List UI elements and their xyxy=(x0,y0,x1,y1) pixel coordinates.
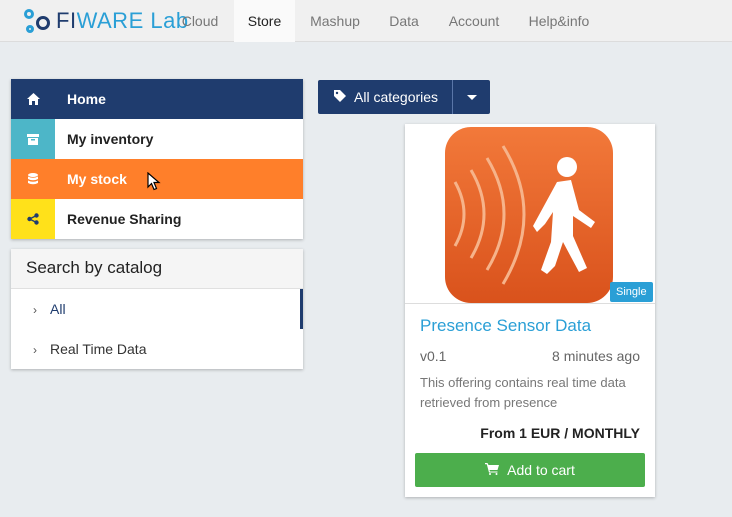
catalog-panel: Search by catalog › All › Real Time Data xyxy=(11,249,303,369)
add-to-cart-label: Add to cart xyxy=(507,462,575,478)
nav-cloud[interactable]: Cloud xyxy=(171,0,229,42)
catalog-item-label: Real Time Data xyxy=(50,341,147,357)
mouse-cursor-icon xyxy=(147,172,161,191)
cart-icon xyxy=(485,462,500,478)
offering-updated-time: 8 minutes ago xyxy=(552,348,640,364)
share-icon xyxy=(11,199,55,239)
offering-title[interactable]: Presence Sensor Data xyxy=(420,316,591,336)
chevron-right-icon: › xyxy=(33,303,37,317)
nav-account[interactable]: Account xyxy=(438,0,510,42)
catalog-heading: Search by catalog xyxy=(11,249,303,289)
add-to-cart-button[interactable]: Add to cart xyxy=(415,453,645,487)
category-dropdown-toggle[interactable] xyxy=(452,80,490,114)
menu-item-my-inventory[interactable]: My inventory xyxy=(11,119,303,159)
menu-item-label: Home xyxy=(67,91,106,107)
menu-item-label: My inventory xyxy=(67,131,154,147)
top-navbar: FIWARE Lab Cloud Store Mashup Data Accou… xyxy=(0,0,732,42)
nav-store[interactable]: Store xyxy=(234,0,295,42)
chevron-right-icon: › xyxy=(33,343,37,357)
nav-mashup[interactable]: Mashup xyxy=(300,0,370,42)
nav-help-info[interactable]: Help&info xyxy=(518,0,600,42)
offering-price: From 1 EUR / MONTHLY xyxy=(480,425,640,441)
offering-version: v0.1 xyxy=(420,348,447,364)
offering-description: This offering contains real time data re… xyxy=(420,375,626,410)
catalog-item-real-time-data[interactable]: › Real Time Data xyxy=(11,329,303,369)
license-badge: Single xyxy=(610,282,653,302)
database-icon xyxy=(11,159,55,199)
catalog-item-label: All xyxy=(50,301,66,317)
caret-down-icon xyxy=(466,94,477,100)
offering-image[interactable] xyxy=(405,124,655,304)
menu-item-home[interactable]: Home xyxy=(11,79,303,119)
logo-text: FIWARE Lab xyxy=(56,8,189,33)
home-icon xyxy=(11,79,55,119)
category-filter-dropdown: All categories xyxy=(318,80,490,114)
fiware-lab-logo[interactable]: FIWARE Lab xyxy=(22,6,189,36)
archive-icon xyxy=(11,119,55,159)
category-filter-button[interactable]: All categories xyxy=(318,80,452,114)
presence-sensor-logo-icon xyxy=(445,127,613,303)
side-menu: Home My inventory My stock Revenue Shari… xyxy=(11,79,303,239)
catalog-item-all[interactable]: › All xyxy=(11,289,303,329)
menu-item-label: My stock xyxy=(67,171,127,187)
menu-item-revenue-sharing[interactable]: Revenue Sharing xyxy=(11,199,303,239)
logo-dots-icon xyxy=(22,6,52,36)
nav-data[interactable]: Data xyxy=(378,0,430,42)
tag-icon xyxy=(334,89,346,105)
menu-item-label: Revenue Sharing xyxy=(67,211,182,227)
offering-card[interactable]: Single Presence Sensor Data v0.1 8 minut… xyxy=(405,124,655,497)
category-filter-label: All categories xyxy=(354,89,439,105)
